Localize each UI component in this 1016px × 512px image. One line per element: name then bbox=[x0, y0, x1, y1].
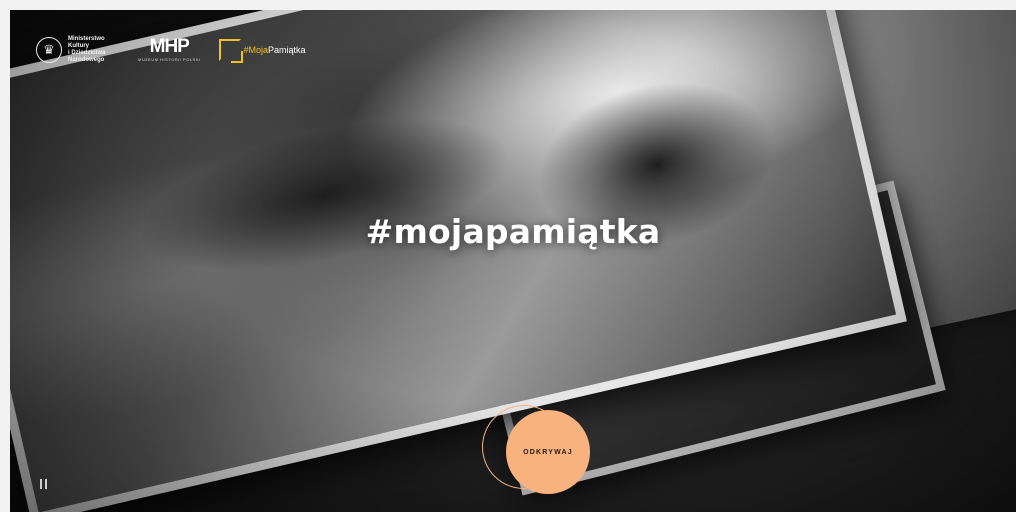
ministry-logo[interactable]: ♛ Ministerstwo Kultury i Dziedzictwa Nar… bbox=[36, 36, 120, 64]
cta-group: ODKRYWAJ bbox=[482, 405, 594, 497]
ministry-logo-text: Ministerstwo Kultury i Dziedzictwa Narod… bbox=[68, 36, 106, 63]
campaign-logo-text: #MojaPamiątka bbox=[244, 45, 306, 55]
hero-frame: ♛ Ministerstwo Kultury i Dziedzictwa Nar… bbox=[10, 10, 1016, 512]
pause-button[interactable] bbox=[36, 476, 50, 492]
corner-brackets-icon bbox=[218, 39, 243, 63]
campaign-logo-rest: Pamiątka bbox=[268, 45, 306, 55]
campaign-logo-hash: #Moja bbox=[243, 45, 269, 55]
muzeum-logo-subtitle: MUZEUM HISTORII POLSKI bbox=[138, 57, 201, 62]
campaign-logo[interactable]: #MojaPamiątka bbox=[218, 39, 306, 63]
eagle-emblem-icon: ♛ bbox=[36, 37, 62, 63]
logo-bar: ♛ Ministerstwo Kultury i Dziedzictwa Nar… bbox=[36, 36, 306, 64]
pause-icon bbox=[39, 479, 42, 489]
muzeum-logo[interactable]: MHP MUZEUM HISTORII POLSKI bbox=[138, 36, 201, 62]
discover-button[interactable]: ODKRYWAJ bbox=[506, 410, 590, 494]
pause-icon-bar bbox=[44, 479, 47, 489]
hero-headline: #mojapamiątka bbox=[365, 212, 661, 251]
muzeum-logo-mark: MHP bbox=[149, 36, 190, 57]
